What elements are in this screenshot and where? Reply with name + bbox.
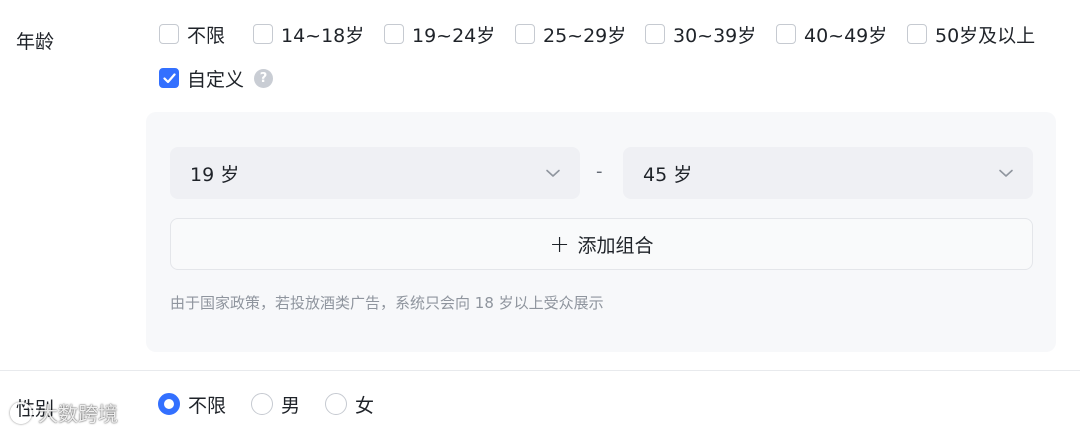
age-option-label: 自定义 [187, 68, 245, 91]
age-to-value: 45 岁 [643, 163, 693, 186]
gender-option-female[interactable]: 女 [325, 391, 374, 417]
age-option-label: 25~29岁 [543, 24, 627, 47]
range-separator: - [596, 161, 603, 182]
checkbox[interactable] [253, 24, 273, 44]
policy-note: 由于国家政策，若投放酒类广告，系统只会向 18 岁以上受众展示 [170, 294, 604, 312]
age-option-label: 不限 [187, 24, 226, 47]
age-from-value: 19 岁 [190, 163, 240, 186]
plus-icon: + [549, 230, 570, 258]
age-option-19-24[interactable]: 19~24岁 [384, 22, 496, 47]
age-from-select[interactable]: 19 岁 [170, 147, 580, 199]
age-option-50-plus[interactable]: 50岁及以上 [907, 22, 1036, 47]
add-combination-label: 添加组合 [577, 234, 654, 257]
age-label: 年龄 [16, 31, 55, 53]
chevron-down-icon [999, 169, 1013, 177]
age-option-label: 19~24岁 [412, 24, 496, 47]
checkbox[interactable] [645, 24, 665, 44]
checkbox[interactable] [515, 24, 535, 44]
checkbox[interactable] [907, 24, 927, 44]
checkbox[interactable] [159, 24, 179, 44]
radio-selected[interactable] [158, 393, 180, 415]
gender-option-label: 不限 [188, 394, 227, 417]
age-option-25-29[interactable]: 25~29岁 [515, 22, 627, 47]
chevron-down-icon [546, 169, 560, 177]
gender-option-label: 男 [281, 394, 301, 417]
age-option-custom[interactable]: 自定义 ? [159, 66, 274, 91]
checkbox[interactable] [384, 24, 404, 44]
age-to-select[interactable]: 45 岁 [623, 147, 1033, 199]
age-option-unlimited[interactable]: 不限 [159, 22, 226, 47]
age-option-label: 14~18岁 [281, 24, 365, 47]
age-option-30-39[interactable]: 30~39岁 [645, 22, 757, 47]
age-option-label: 50岁及以上 [935, 24, 1036, 47]
age-option-label: 30~39岁 [673, 24, 757, 47]
check-icon [162, 72, 176, 83]
radio[interactable] [251, 393, 273, 415]
radio[interactable] [325, 393, 347, 415]
gender-label: 性别 [16, 398, 55, 420]
add-combination-button[interactable]: + 添加组合 [170, 218, 1033, 270]
gender-option-unlimited[interactable]: 不限 [158, 391, 226, 417]
help-icon[interactable]: ? [254, 68, 274, 88]
targeting-form: 年龄 不限 14~18岁 19~24岁 25~29岁 30~39岁 40~49岁… [0, 0, 1080, 434]
gender-option-male[interactable]: 男 [251, 391, 300, 417]
checkbox-checked[interactable] [159, 68, 179, 88]
age-option-14-18[interactable]: 14~18岁 [253, 22, 365, 47]
checkbox[interactable] [776, 24, 796, 44]
section-divider [0, 370, 1080, 371]
age-option-label: 40~49岁 [804, 24, 888, 47]
gender-option-label: 女 [355, 394, 375, 417]
age-option-40-49[interactable]: 40~49岁 [776, 22, 888, 47]
